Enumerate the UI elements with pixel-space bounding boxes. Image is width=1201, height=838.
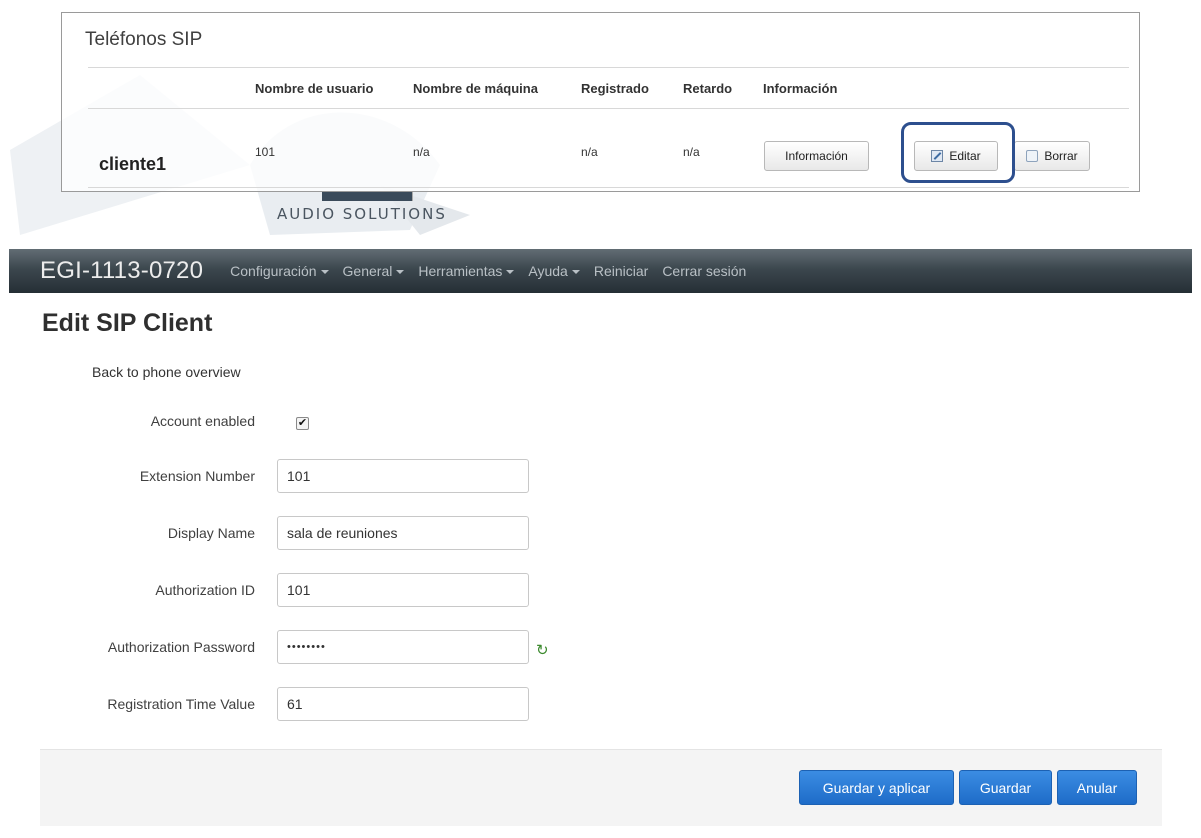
- column-header-delay: Retardo: [683, 81, 733, 96]
- phone-row-delay: n/a: [683, 145, 700, 159]
- authorization-id-input[interactable]: 101: [277, 573, 529, 607]
- caret-down-icon: [320, 269, 329, 274]
- navbar-brand[interactable]: EGI-1113-0720: [40, 257, 203, 285]
- table-divider: [88, 67, 1129, 68]
- cancel-button[interactable]: Anular: [1057, 770, 1137, 805]
- nav-item-label: Herramientas: [418, 263, 503, 279]
- phone-row-registered: n/a: [581, 145, 598, 159]
- display-name-input[interactable]: sala de reuniones: [277, 516, 529, 550]
- phone-row-username: 101: [255, 145, 276, 159]
- nav-item-ayuda[interactable]: Ayuda: [528, 263, 580, 279]
- account-enabled-label: Account enabled: [150, 413, 255, 429]
- refresh-reveal-icon[interactable]: ↻: [536, 641, 549, 659]
- authorization-id-label: Authorization ID: [155, 582, 255, 598]
- sip-phones-title: Teléfonos SIP: [85, 29, 203, 50]
- table-divider: [88, 108, 1129, 109]
- column-header-username: Nombre de usuario: [255, 81, 374, 96]
- nav-item-label: Configuración: [230, 263, 317, 279]
- info-button-label: Información: [785, 149, 848, 163]
- nav-item-label: General: [342, 263, 393, 279]
- page-title: Edit SIP Client: [42, 309, 213, 337]
- nav-item-herramientas[interactable]: Herramientas: [418, 263, 515, 279]
- nav-item-label: Ayuda: [528, 263, 568, 279]
- registration-time-input[interactable]: 61: [277, 687, 529, 721]
- nav-item-cerrar-sesion[interactable]: Cerrar sesión: [662, 263, 746, 279]
- nav-item-label: Reiniciar: [593, 263, 649, 279]
- phone-row-hostname: n/a: [413, 145, 430, 159]
- info-button[interactable]: Información: [764, 141, 869, 171]
- account-enabled-checkbox[interactable]: ✔: [296, 417, 309, 430]
- column-header-hostname: Nombre de máquina: [413, 81, 538, 96]
- caret-down-icon: [571, 269, 580, 274]
- column-header-registered: Registrado: [581, 81, 649, 96]
- table-divider: [88, 187, 1129, 188]
- logo-bar: [322, 191, 413, 201]
- sip-phones-card: Teléfonos SIP Nombre de usuario Nombre d…: [61, 12, 1140, 192]
- extension-number-label: Extension Number: [139, 468, 255, 484]
- registration-time-label: Registration Time Value: [107, 696, 255, 712]
- nav-item-reiniciar[interactable]: Reiniciar: [594, 263, 648, 279]
- display-name-label: Display Name: [167, 525, 255, 541]
- nav-item-general[interactable]: General: [343, 263, 405, 279]
- delete-button[interactable]: Borrar: [1014, 141, 1090, 171]
- save-apply-button[interactable]: Guardar y aplicar: [799, 770, 954, 805]
- authorization-password-input[interactable]: ••••••••: [277, 630, 529, 664]
- caret-down-icon: [506, 269, 515, 274]
- back-to-overview-link[interactable]: Back to phone overview: [92, 364, 241, 380]
- save-button[interactable]: Guardar: [959, 770, 1052, 805]
- top-navbar: EGI-1113-0720 Configuración General Herr…: [9, 249, 1192, 293]
- caret-down-icon: [396, 269, 405, 274]
- column-header-info: Información: [763, 81, 838, 96]
- edit-button-highlight: [901, 122, 1015, 183]
- delete-icon: [1026, 150, 1039, 162]
- nav-item-configuracion[interactable]: Configuración: [230, 263, 329, 279]
- logo-text: AUDIO SOLUTIONS: [277, 205, 447, 223]
- nav-item-label: Cerrar sesión: [662, 263, 747, 279]
- authorization-password-label: Authorization Password: [107, 639, 255, 655]
- delete-button-label: Borrar: [1044, 149, 1078, 163]
- extension-number-input[interactable]: 101: [277, 459, 529, 493]
- phone-row-name: cliente1: [99, 154, 167, 174]
